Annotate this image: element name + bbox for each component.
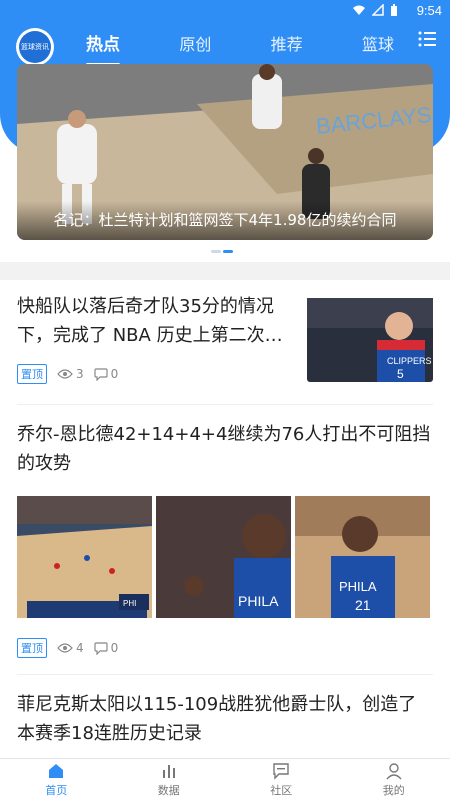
article-title-line: 下，完成了 NBA 历史上第二次… [17, 321, 297, 350]
eye-icon [57, 368, 73, 380]
comments-value: 0 [111, 367, 119, 381]
comments-value: 0 [111, 641, 119, 655]
tab-basketball[interactable]: 篮球 [356, 30, 400, 60]
banner-caption: 名记：杜兰特计划和篮网签下4年1.98亿的续约合同 [17, 201, 433, 240]
svg-text:CLIPPERS: CLIPPERS [387, 356, 432, 366]
banner-pager [211, 250, 233, 253]
svg-text:PHILA: PHILA [238, 593, 279, 609]
article-thumbnail: CLIPPERS 5 [307, 298, 433, 382]
chat-icon [272, 762, 290, 780]
pager-dot-active [223, 250, 233, 253]
tab-original[interactable]: 原创 [173, 30, 217, 60]
article-item[interactable]: 乔尔-恩比德42+14+4+4继续为76人打出不可阻挡 的攻势 PHI PHIL… [17, 420, 433, 660]
article-title-line: 快船队以落后奇才队35分的情况 [17, 292, 297, 321]
article-title: 乔尔-恩比德42+14+4+4继续为76人打出不可阻挡 的攻势 [17, 420, 433, 478]
article-separator [17, 404, 433, 405]
svg-text:PHILA: PHILA [339, 579, 377, 594]
article-image-row: PHI PHILA PHILA 21 [17, 496, 430, 618]
comment-icon [94, 368, 108, 381]
article-image: PHILA 21 [295, 496, 430, 618]
comments-count: 0 [94, 641, 119, 655]
nav-label: 社区 [270, 782, 292, 798]
tab-recommend[interactable]: 推荐 [265, 30, 309, 60]
app-logo[interactable]: 篮球资讯 [16, 28, 54, 66]
battery-icon [390, 4, 398, 17]
nav-profile[interactable]: 我的 [338, 759, 450, 801]
article-title: 快船队以落后奇才队35分的情况 下，完成了 NBA 历史上第二次… [17, 292, 297, 350]
views-count: 3 [57, 367, 84, 381]
svg-text:5: 5 [397, 367, 404, 381]
pinned-badge: 置顶 [17, 638, 47, 658]
menu-list-icon[interactable] [418, 30, 436, 48]
nav-label: 我的 [383, 782, 405, 798]
nav-label: 数据 [158, 782, 180, 798]
pager-dot [211, 250, 221, 253]
status-time: 9:54 [417, 3, 442, 18]
section-divider [0, 262, 450, 280]
bar-chart-icon [160, 762, 178, 780]
article-image: PHILA [156, 496, 291, 618]
wifi-icon [352, 4, 366, 16]
views-value: 4 [76, 641, 84, 655]
article-title-line: 本赛季18连胜历史记录 [17, 719, 433, 748]
nav-label: 首页 [45, 782, 67, 798]
svg-text:PHI: PHI [123, 599, 136, 608]
comment-icon [94, 642, 108, 655]
pinned-badge: 置顶 [17, 364, 47, 384]
article-title-line: 乔尔-恩比德42+14+4+4继续为76人打出不可阻挡 [17, 420, 433, 449]
eye-icon [57, 642, 73, 654]
article-title-line: 的攻势 [17, 449, 433, 478]
views-value: 3 [76, 367, 84, 381]
article-item[interactable]: 菲尼克斯太阳以115-109战胜犹他爵士队，创造了 本赛季18连胜历史记录 [17, 690, 433, 750]
tab-hot[interactable]: 热点 [80, 30, 126, 60]
views-count: 4 [57, 641, 84, 655]
article-item[interactable]: 快船队以落后奇才队35分的情况 下，完成了 NBA 历史上第二次… 置顶 3 0… [17, 292, 433, 392]
top-tabs: 热点 原创 推荐 篮球 [80, 30, 400, 60]
status-bar: 9:54 [0, 0, 450, 22]
svg-text:21: 21 [355, 597, 371, 613]
status-icons [352, 4, 398, 17]
bottom-nav: 首页 数据 社区 我的 [0, 758, 450, 801]
signal-icon [372, 4, 384, 16]
hero-banner[interactable]: BARCLAYS 名记：杜兰特计划和篮网签下4年1.98亿的续约合同 [17, 64, 433, 240]
article-separator [17, 674, 433, 675]
home-icon [47, 762, 65, 780]
nav-data[interactable]: 数据 [113, 759, 226, 801]
comments-count: 0 [94, 367, 119, 381]
user-icon [385, 762, 403, 780]
nav-community[interactable]: 社区 [225, 759, 338, 801]
article-image: PHI [17, 496, 152, 618]
article-meta: 置顶 4 0 [17, 638, 118, 658]
nav-home[interactable]: 首页 [0, 759, 113, 801]
logo-text: 篮球资讯 [19, 31, 51, 63]
article-title-line: 菲尼克斯太阳以115-109战胜犹他爵士队，创造了 [17, 690, 433, 719]
article-meta: 置顶 3 0 [17, 364, 118, 384]
article-title: 菲尼克斯太阳以115-109战胜犹他爵士队，创造了 本赛季18连胜历史记录 [17, 690, 433, 748]
